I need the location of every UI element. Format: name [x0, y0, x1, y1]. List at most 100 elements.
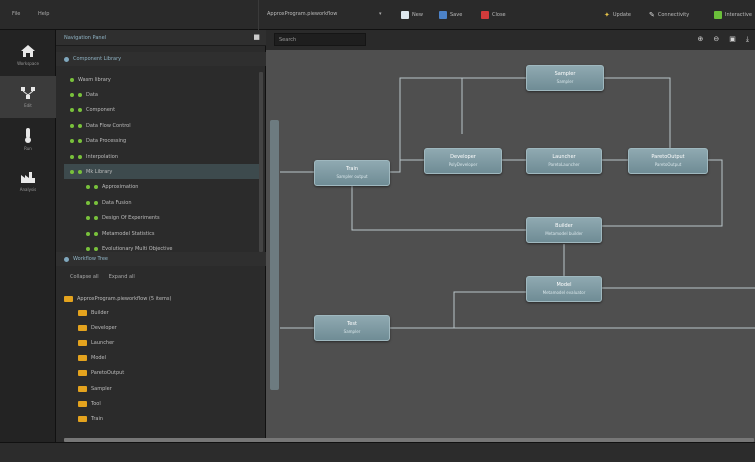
connectivity-button[interactable]: ✎ Connectivity [649, 9, 689, 20]
rail-workspace[interactable]: Workspace [0, 34, 56, 76]
document-tab[interactable]: ApproxProgram.pieworkflow [267, 11, 337, 17]
library-item-label: Mk Library [86, 168, 113, 175]
rail-analysis-label: Analysis [19, 187, 37, 192]
update-button[interactable]: ✦ Update [604, 9, 631, 20]
expander-icon[interactable] [70, 139, 74, 144]
component-library-header[interactable]: Component Library [56, 52, 266, 66]
workflow-folder[interactable]: Launcher [64, 335, 260, 350]
interactive-icon [714, 10, 722, 19]
library-item[interactable]: Interpolation [64, 149, 260, 164]
close-button-label: Close [492, 11, 506, 18]
status-bar [0, 442, 755, 462]
workflow-folder[interactable]: ParetoOutput [64, 366, 260, 381]
save-button[interactable]: Save [439, 9, 462, 20]
menu-help[interactable]: Help [38, 11, 49, 17]
node-pareto-output[interactable]: ParetoOutput ParetoOutput [628, 148, 708, 174]
node-train[interactable]: Train Sampler output [314, 160, 390, 186]
expander-icon[interactable] [70, 154, 74, 159]
library-item[interactable]: Metamodel Statistics [64, 226, 260, 241]
workflow-root[interactable]: ApproxProgram.pieworkflow (5 items) [64, 291, 260, 306]
component-icon [78, 169, 82, 174]
folder-icon [78, 415, 87, 422]
library-item[interactable]: Wasm library [64, 72, 260, 87]
rail-analysis[interactable]: Analysis [0, 160, 56, 202]
expander-icon[interactable] [86, 231, 90, 236]
expand-all-link[interactable]: Expand all [109, 274, 135, 280]
expander-icon[interactable] [70, 108, 74, 113]
folder-icon [78, 339, 87, 346]
workflow-folder-label: Model [91, 355, 107, 362]
library-item[interactable]: Data Fusion [64, 195, 260, 210]
expander-icon[interactable] [86, 185, 90, 190]
expander-icon[interactable] [86, 200, 90, 205]
expander-icon[interactable] [86, 246, 90, 251]
node-title: Launcher [552, 154, 576, 160]
workflow-canvas[interactable]: Search ⊕ ⊖ ▣ ⤓ Sampler Sampler Train Sam… [266, 30, 755, 442]
panel-menu-icon[interactable]: ■ [253, 33, 260, 41]
node-title: Developer [450, 154, 476, 160]
expander-icon[interactable] [86, 216, 90, 221]
library-item[interactable]: Component [64, 103, 260, 118]
workflow-folder[interactable]: Builder [64, 305, 260, 320]
node-launcher[interactable]: Launcher ParetoLauncher [526, 148, 602, 174]
workflow-folder[interactable]: Developer [64, 320, 260, 335]
close-icon [481, 10, 489, 19]
navigation-panel: Navigation Panel ■ Component Library Was… [56, 30, 266, 442]
close-button[interactable]: Close [481, 9, 506, 20]
interactive-button[interactable]: Interactive [714, 9, 752, 20]
component-library-title: Component Library [73, 56, 122, 62]
workflow-tree-tools: Collapse all Expand all [70, 274, 135, 280]
expander-icon[interactable] [70, 92, 74, 97]
expander-icon[interactable] [70, 123, 74, 128]
node-test[interactable]: Test Sampler [314, 315, 390, 341]
node-title: Builder [555, 223, 573, 229]
network-icon [21, 87, 35, 99]
connectivity-button-label: Connectivity [657, 11, 690, 18]
library-item-label: Component [86, 107, 116, 114]
rail-edit[interactable]: Edit [0, 76, 56, 118]
editor-toolbar: ApproxProgram.pieworkflow ▾ New Save Clo… [258, 0, 755, 30]
workflow-folder-label: Tool [91, 400, 101, 407]
factory-icon [21, 172, 35, 183]
pencil-icon: ✎ [649, 10, 655, 19]
component-icon [94, 246, 98, 251]
workflow-folder-label: Launcher [91, 339, 115, 346]
library-item[interactable]: Data [64, 87, 260, 102]
rail-run[interactable]: Run [0, 118, 56, 160]
library-item-label: Approximation [102, 184, 139, 191]
expander-icon[interactable] [70, 169, 74, 174]
workflow-folder[interactable]: Model [64, 351, 260, 366]
workflow-connections [280, 77, 755, 329]
library-item-label: Wasm library [78, 76, 111, 83]
node-sampler[interactable]: Sampler Sampler [526, 65, 604, 91]
library-item-label: Design Of Experiments [102, 215, 160, 222]
library-item-label: Interpolation [86, 153, 118, 160]
node-model[interactable]: Model Metamodel evaluator [526, 276, 602, 302]
update-button-label: Update [612, 11, 631, 18]
node-subtitle: Metamodel evaluator [542, 290, 586, 295]
library-item-label: Metamodel Statistics [102, 230, 155, 237]
workflow-folder[interactable]: Tool [64, 396, 260, 411]
library-item[interactable]: Data Flow Control [64, 118, 260, 133]
workflow-folder[interactable]: Sampler [64, 381, 260, 396]
node-builder[interactable]: Builder Metamodel builder [526, 217, 602, 243]
thermometer-icon [25, 128, 31, 143]
workflow-folder-label: Sampler [91, 385, 112, 392]
menu-file[interactable]: File [12, 11, 20, 17]
bulb-icon: ✦ [604, 10, 610, 19]
workflow-folder-label: Train [91, 415, 103, 422]
node-developer[interactable]: Developer PolyDeveloper [424, 148, 502, 174]
workflow-tree-header[interactable]: Workflow Tree [56, 252, 266, 266]
tab-dropdown-icon[interactable]: ▾ [379, 11, 382, 17]
library-item[interactable]: Approximation [64, 180, 260, 195]
library-scrollbar[interactable] [259, 72, 263, 252]
workflow-folder[interactable]: Train [64, 411, 260, 426]
node-title: Model [556, 282, 572, 288]
library-item[interactable]: Mk Library [64, 164, 260, 180]
collapse-all-link[interactable]: Collapse all [70, 274, 99, 280]
new-button[interactable]: New [401, 9, 423, 20]
node-title: Test [347, 321, 357, 327]
library-item[interactable]: Design Of Experiments [64, 211, 260, 226]
navigation-panel-title: Navigation Panel [64, 35, 107, 41]
library-item[interactable]: Data Processing [64, 134, 260, 149]
